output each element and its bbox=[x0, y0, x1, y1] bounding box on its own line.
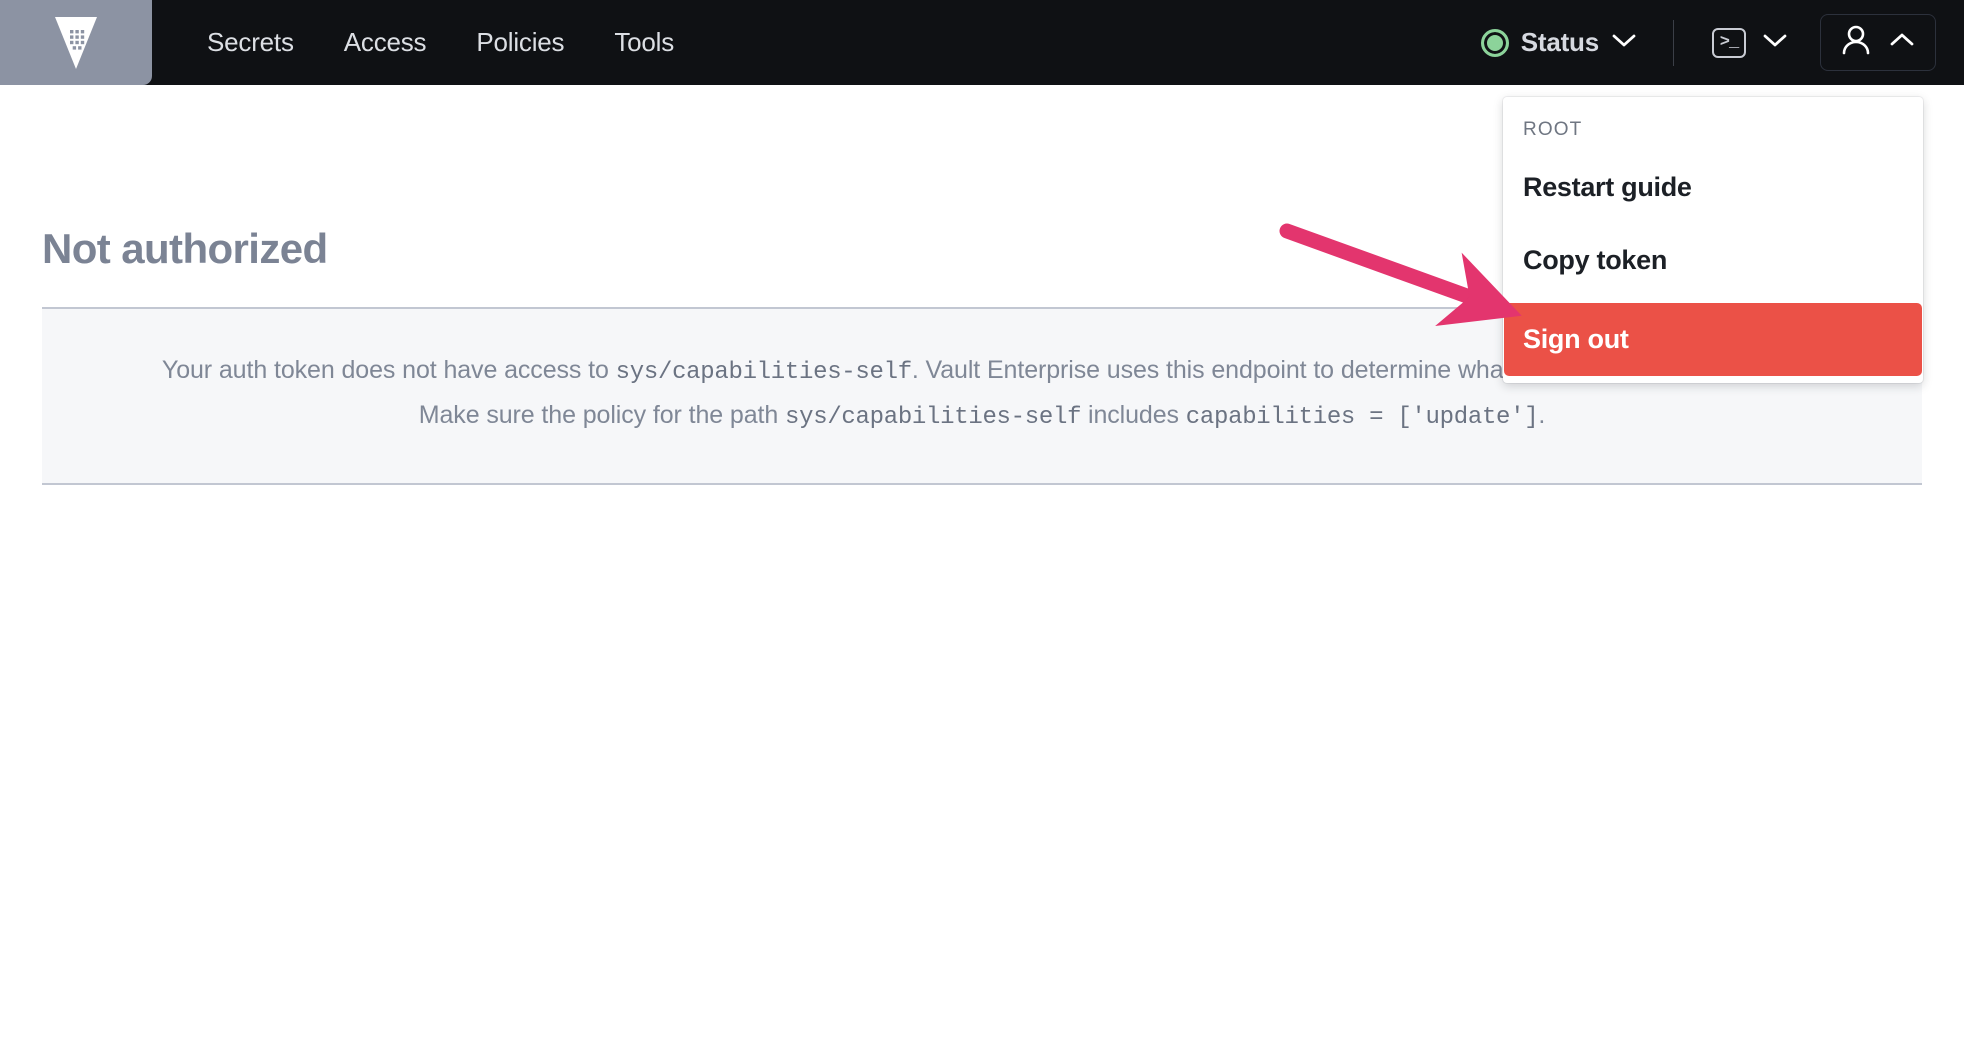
menu-item-sign-out[interactable]: Sign out bbox=[1504, 303, 1922, 376]
user-dropdown-menu: ROOT Restart guide Copy token Sign out bbox=[1503, 97, 1923, 383]
message-line-2: Make sure the policy for the path sys/ca… bbox=[62, 394, 1902, 439]
menu-item-restart-guide[interactable]: Restart guide bbox=[1503, 151, 1923, 224]
vault-logo-button[interactable] bbox=[0, 0, 152, 85]
user-menu-button[interactable] bbox=[1820, 14, 1936, 71]
message-line-2-pre: Make sure the policy for the path bbox=[418, 401, 786, 429]
menu-item-copy-token[interactable]: Copy token bbox=[1503, 224, 1923, 297]
dropdown-section-label: ROOT bbox=[1523, 119, 1583, 140]
user-avatar-icon bbox=[1841, 24, 1871, 61]
chevron-up-icon bbox=[1889, 32, 1915, 53]
primary-nav: Secrets Access Policies Tools bbox=[207, 27, 674, 58]
chevron-down-icon bbox=[1611, 32, 1637, 53]
nav-link-policies[interactable]: Policies bbox=[476, 27, 564, 58]
message-line-2-code: sys/capabilities-self bbox=[785, 404, 1082, 431]
nav-link-access[interactable]: Access bbox=[344, 27, 427, 58]
status-label: Status bbox=[1520, 27, 1599, 57]
navbar-divider bbox=[1673, 19, 1674, 66]
page-title: Not authorized bbox=[42, 225, 328, 272]
chevron-down-icon bbox=[1762, 32, 1788, 53]
message-line-1-pre: Your auth token does not have access to bbox=[161, 356, 616, 384]
status-indicator-icon bbox=[1480, 28, 1509, 57]
message-line-1-code: sys/capabilities-self bbox=[615, 359, 912, 386]
nav-link-tools[interactable]: Tools bbox=[614, 27, 674, 58]
message-line-2-post: . bbox=[1538, 401, 1546, 429]
vault-logo-icon bbox=[53, 14, 99, 72]
console-terminal-icon: >_ bbox=[1712, 27, 1746, 58]
navbar-right-group: Status >_ bbox=[1473, 14, 1964, 71]
nav-link-secrets[interactable]: Secrets bbox=[207, 27, 294, 58]
message-line-2-mid: includes bbox=[1081, 401, 1186, 429]
console-toggle-button[interactable]: >_ bbox=[1702, 22, 1798, 64]
message-line-2-code2: capabilities = ['update'] bbox=[1185, 404, 1539, 431]
top-navigation-bar: Secrets Access Policies Tools Status >_ bbox=[0, 0, 1964, 85]
status-menu-button[interactable]: Status bbox=[1473, 21, 1645, 64]
app-root: Secrets Access Policies Tools Status >_ bbox=[0, 0, 1964, 1058]
